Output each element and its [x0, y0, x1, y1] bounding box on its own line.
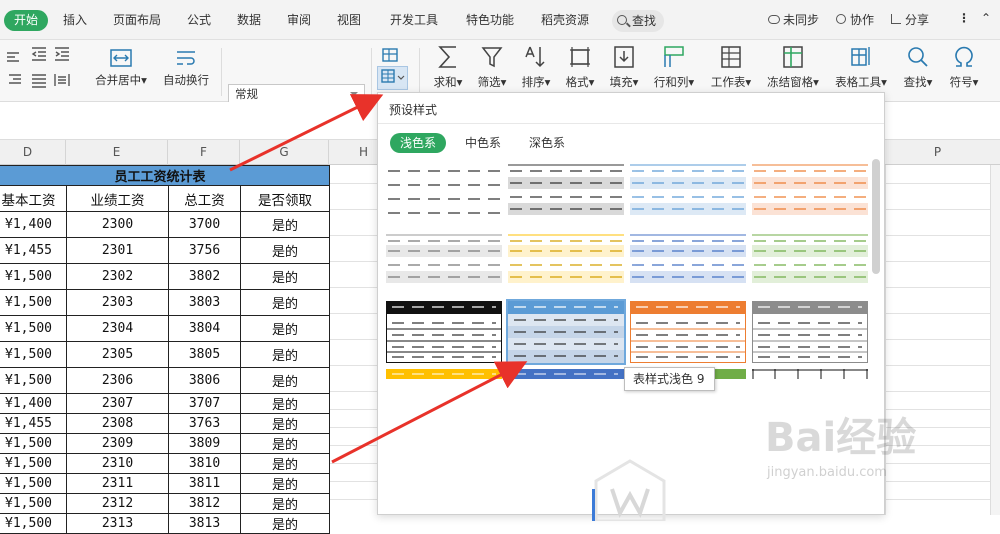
cell[interactable]: 是的 [240, 513, 330, 534]
baidu-watermark: Bai经验 jingyan.baidu.com [765, 405, 965, 495]
watermark-url: jingyan.baidu.com [767, 465, 887, 480]
arrow-to-table-style [229, 94, 384, 172]
cell[interactable]: 2313 [66, 513, 169, 534]
watermark-brand: Bai经验 [765, 415, 917, 461]
table-row: ¥1,500 2313 3813 是的 [0, 513, 330, 534]
cell[interactable]: 3813 [168, 513, 241, 534]
cell[interactable]: ¥1,500 [0, 513, 67, 534]
arrow-to-swatch [331, 361, 528, 464]
